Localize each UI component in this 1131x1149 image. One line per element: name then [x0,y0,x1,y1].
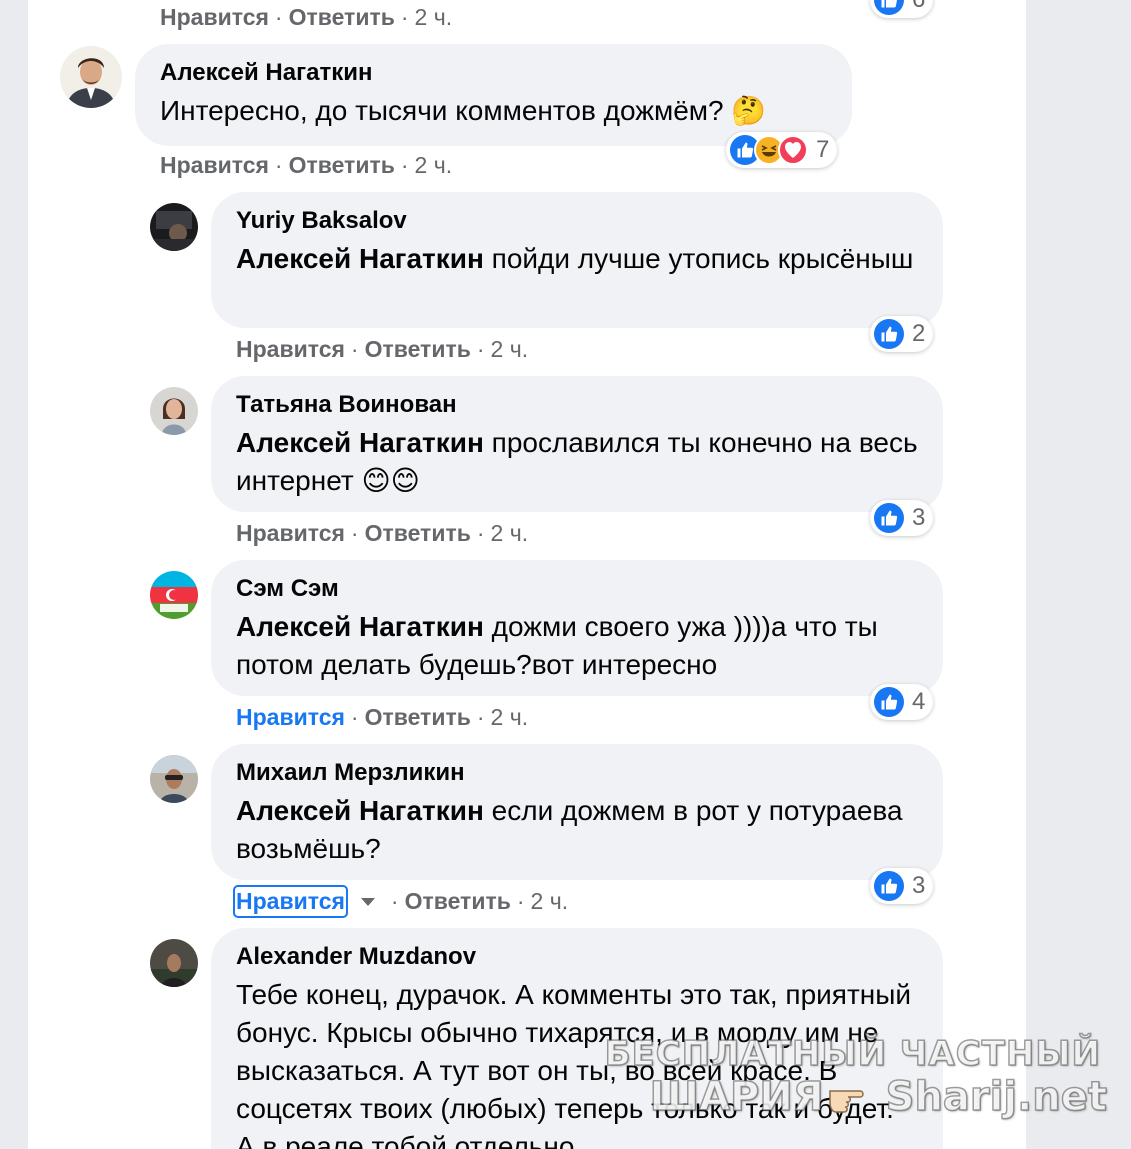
separator: · [400,152,409,178]
avatar[interactable] [150,571,198,619]
avatar[interactable] [150,203,198,251]
azerbaijan-flag-avatar [150,571,198,619]
comment-actions: Нравится · Ответить · 2 ч. [236,520,528,547]
like-action[interactable]: Нравится [236,336,345,363]
reaction-count: 3 [912,872,926,899]
avatar[interactable] [150,755,198,803]
separator: · [390,888,399,914]
comment-author[interactable]: Alexander Muzdanov [236,942,919,972]
comment-bubble: Алексей Нагаткин Интересно, до тысячи ко… [135,44,852,146]
comment-text: Алексей Нагаткин дожми своего ужа ))))а … [236,611,878,680]
mention-link[interactable]: Алексей Нагаткин [236,611,484,642]
comment-bubble: Сэм Сэм Алексей Нагаткин дожми своего уж… [211,560,943,696]
reaction-summary[interactable]: 3 [870,868,934,904]
mention-link[interactable]: Алексей Нагаткин [236,427,484,458]
chevron-down-icon[interactable] [360,897,375,906]
separator: · [350,520,359,546]
comment-author[interactable]: Сэм Сэм [236,574,919,604]
reply-action[interactable]: Ответить [365,520,471,547]
reply-action[interactable]: Ответить [289,152,395,179]
comment-actions: Нравится · Ответить · 2 ч. [236,336,528,363]
like-reaction-icon [874,0,904,15]
comment-bubble: Михаил Мерзликин Алексей Нагаткин если д… [211,744,943,880]
comment-author[interactable]: Yuriy Baksalov [236,206,919,236]
comment-text: Алексей Нагаткин пойди лучше утопись кры… [236,243,914,274]
avatar-photo [150,755,198,803]
love-reaction-icon [778,135,808,165]
separator: · [400,4,409,30]
reaction-summary[interactable]: 2 [870,316,934,352]
like-reaction-icon [874,319,904,349]
separator: · [274,152,283,178]
comment-author[interactable]: Алексей Нагаткин [160,58,828,88]
separator: · [476,520,485,546]
watermark-right: Sharij.net [885,1073,1108,1121]
like-reaction-icon [874,871,904,901]
like-action[interactable]: Нравится [236,704,345,731]
avatar-photo [150,387,198,435]
comment-actions: Нравится · Ответить · 2 ч. [160,152,452,179]
reply-action[interactable]: Ответить [365,336,471,363]
comment-time[interactable]: 2 ч. [491,520,529,547]
comment-text: Интересно, до тысячи комментов дожмём? 🤔 [160,95,767,126]
avatar[interactable] [60,46,122,108]
separator: · [350,336,359,362]
reaction-summary[interactable]: 4 [870,684,934,720]
mention-link[interactable]: Алексей Нагаткин [236,243,484,274]
reaction-count: 2 [912,320,926,347]
comment-text: Алексей Нагаткин если дожмем в рот у пот… [236,795,903,864]
separator: · [476,336,485,362]
reaction-count: 3 [912,504,926,531]
watermark-line1: БЕСПЛАТНЫЙ ЧАСТНЫЙ [604,1033,1101,1075]
comment-text: Алексей Нагаткин прославился ты конечно … [236,427,918,496]
reaction-count: 6 [912,0,925,14]
separator: · [476,704,485,730]
separator: · [274,4,283,30]
separator: · [516,888,525,914]
pointing-hand-icon [828,1077,882,1118]
reply-action[interactable]: Ответить [365,704,471,731]
reaction-count: 4 [912,688,926,715]
reaction-summary[interactable]: 7 [726,132,838,168]
comment-actions: Нравится · Ответить · 2 ч. [160,4,452,31]
like-action[interactable]: Нравится [236,520,345,547]
avatar-photo [150,203,198,251]
thinking-emoji: 🤔 [731,95,767,126]
comment-bubble: Татьяна Воинован Алексей Нагаткин просла… [211,376,943,512]
mention-link[interactable]: Алексей Нагаткин [236,795,484,826]
comment-bubble: Yuriy Baksalov Алексей Нагаткин пойди лу… [211,192,943,328]
comment-time[interactable]: 2 ч. [531,888,569,915]
like-action[interactable]: Нравится [160,4,269,31]
avatar-photo [60,46,122,108]
reaction-summary[interactable]: 3 [870,500,934,536]
reply-action[interactable]: Ответить [405,888,511,915]
reply-action[interactable]: Ответить [289,4,395,31]
like-action[interactable]: Нравится [233,885,348,918]
comment-author[interactable]: Михаил Мерзликин [236,758,919,788]
comment-actions: Нравится · Ответить · 2 ч. [233,885,569,918]
comment-actions: Нравится · Ответить · 2 ч. [236,704,528,731]
separator: · [350,704,359,730]
watermark-line2: ШАРИЯ Sharij.net [649,1073,1108,1121]
comment-time[interactable]: 2 ч. [415,152,453,179]
reaction-summary[interactable]: 6 [870,0,934,18]
comment-time[interactable]: 2 ч. [491,336,529,363]
comment-author[interactable]: Татьяна Воинован [236,390,919,420]
avatar[interactable] [150,387,198,435]
avatar[interactable] [150,939,198,987]
smile-emoji: 😊😊 [361,465,420,496]
like-action[interactable]: Нравится [160,152,269,179]
watermark-left: ШАРИЯ [649,1073,824,1121]
avatar-photo [150,939,198,987]
comments-panel: Нравится · Ответить · 2 ч. 6 Алексей Наг… [28,0,1026,1149]
comment-time[interactable]: 2 ч. [415,4,453,31]
like-reaction-icon [874,503,904,533]
comment-time[interactable]: 2 ч. [491,704,529,731]
reaction-count: 7 [816,136,830,163]
like-reaction-icon [874,687,904,717]
